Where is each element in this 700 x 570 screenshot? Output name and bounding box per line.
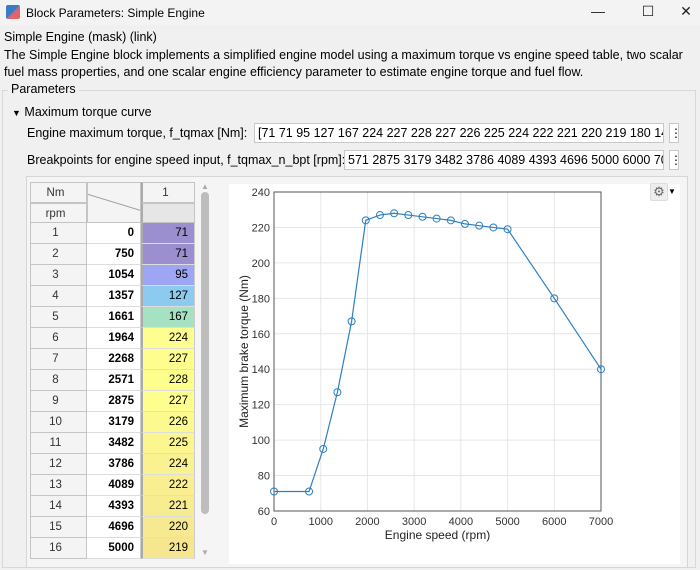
- x-axis-label: Engine speed (rpm): [385, 528, 490, 542]
- torque-line: [274, 212, 602, 493]
- x-tick-label: 5000: [495, 516, 519, 528]
- x-tick-label: 7000: [589, 516, 613, 528]
- y-tick-label: 180: [252, 293, 270, 305]
- axes-box: [273, 191, 602, 512]
- x-tick-label: 3000: [402, 516, 426, 528]
- y-tick-label: 80: [258, 471, 270, 483]
- x-tick-label: 1000: [308, 516, 332, 528]
- x-tick-label: 2000: [355, 516, 379, 528]
- y-tick-label: 120: [252, 400, 270, 412]
- y-axis-label: Maximum brake torque (Nm): [237, 275, 251, 428]
- y-tick-label: 160: [252, 329, 270, 341]
- y-tick-label: 140: [252, 364, 270, 376]
- y-tick-label: 200: [252, 258, 270, 270]
- x-tick-label: 6000: [542, 516, 566, 528]
- y-tick-label: 100: [252, 435, 270, 447]
- x-tick-label: 0: [271, 516, 277, 528]
- torque-chart: 0 1000 2000 3000 4000 5000 6000 7000 60 80 100 120 1…: [237, 187, 613, 542]
- y-tick-label: 220: [252, 222, 270, 234]
- y-tick-label: 240: [252, 187, 270, 199]
- y-tick-label: 60: [258, 506, 270, 518]
- x-tick-label: 4000: [449, 516, 473, 528]
